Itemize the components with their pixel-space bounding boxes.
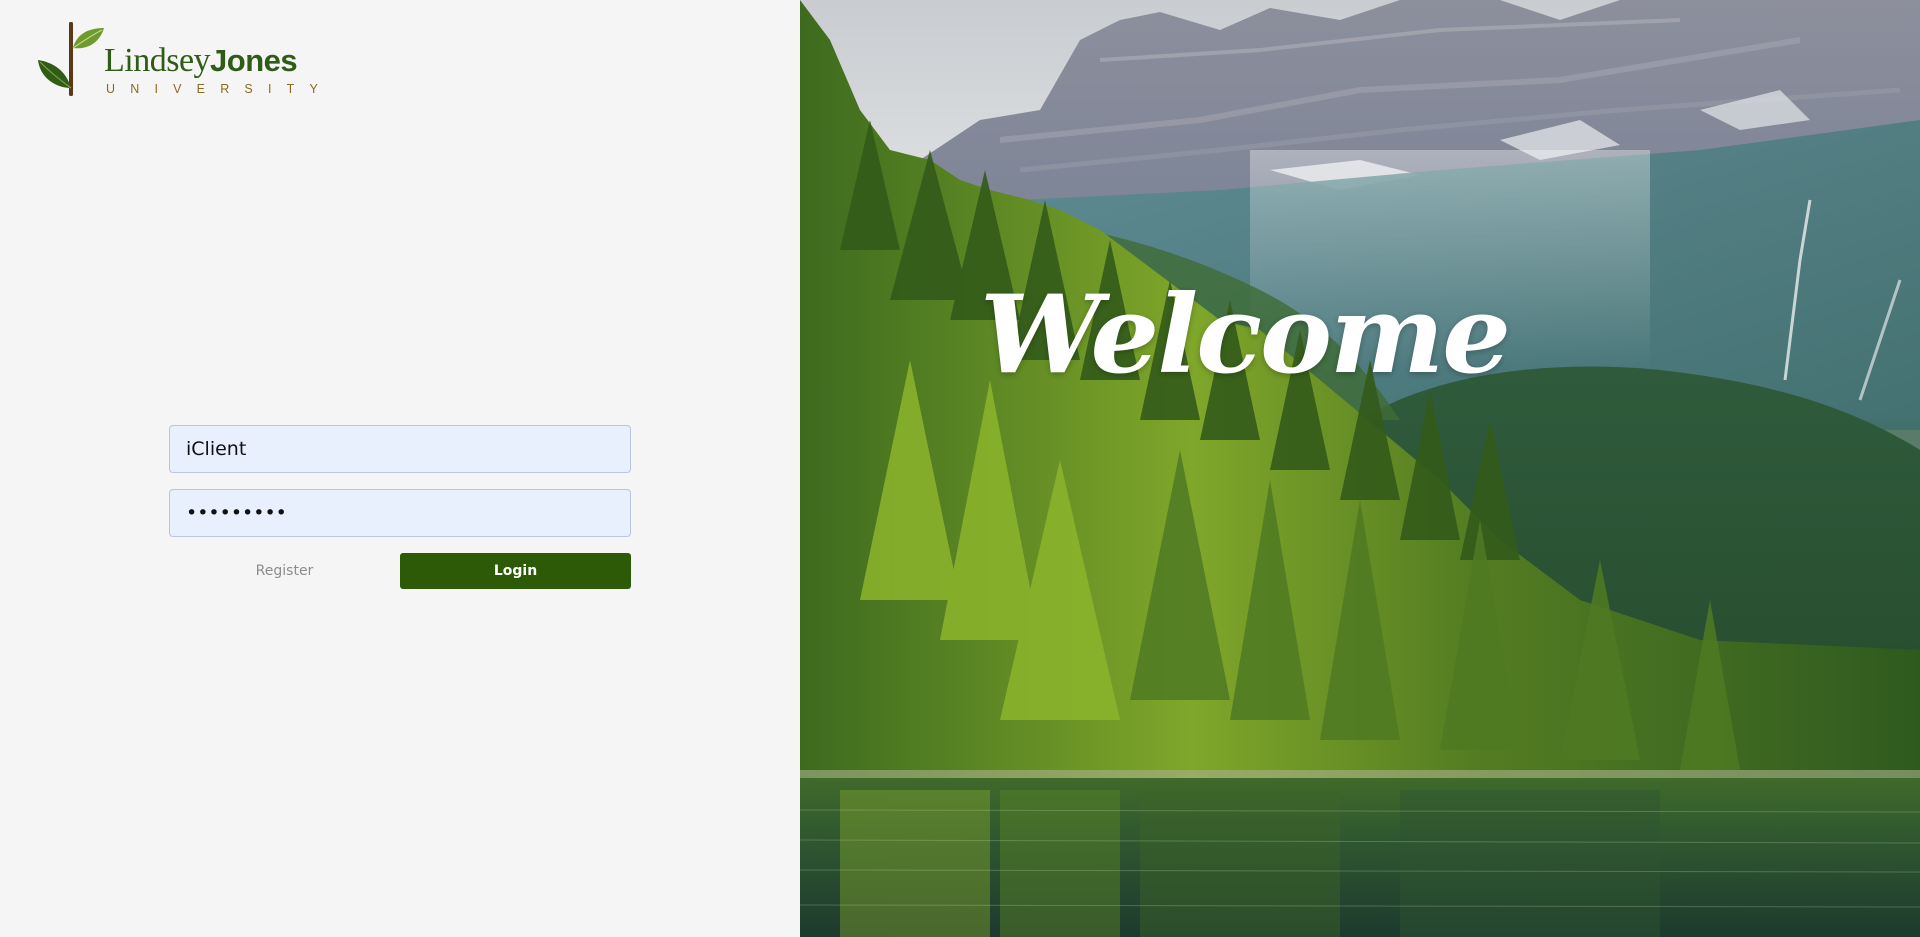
login-button[interactable]: Login (400, 553, 631, 589)
university-logo[interactable]: LindseyJones UNIVERSITY (36, 20, 318, 100)
password-input[interactable] (169, 489, 631, 537)
logo-wordmark: LindseyJones (104, 42, 298, 79)
login-form: Register Login (169, 425, 631, 589)
hero-landscape-image: Welcome (800, 0, 1920, 937)
logo-name-light: Lindsey (104, 42, 211, 79)
register-link[interactable]: Register (169, 553, 400, 589)
logo-subtitle: UNIVERSITY (106, 82, 334, 96)
username-input[interactable] (169, 425, 631, 473)
sprout-leaf-icon (38, 22, 104, 96)
login-panel: LindseyJones UNIVERSITY Register Login (0, 0, 800, 937)
form-actions: Register Login (169, 553, 631, 589)
logo-name-bold: Jones (210, 43, 298, 78)
welcome-heading: Welcome (980, 272, 1511, 398)
login-page: LindseyJones UNIVERSITY Register Login (0, 0, 1920, 937)
mountain-lake-illustration (800, 0, 1920, 937)
